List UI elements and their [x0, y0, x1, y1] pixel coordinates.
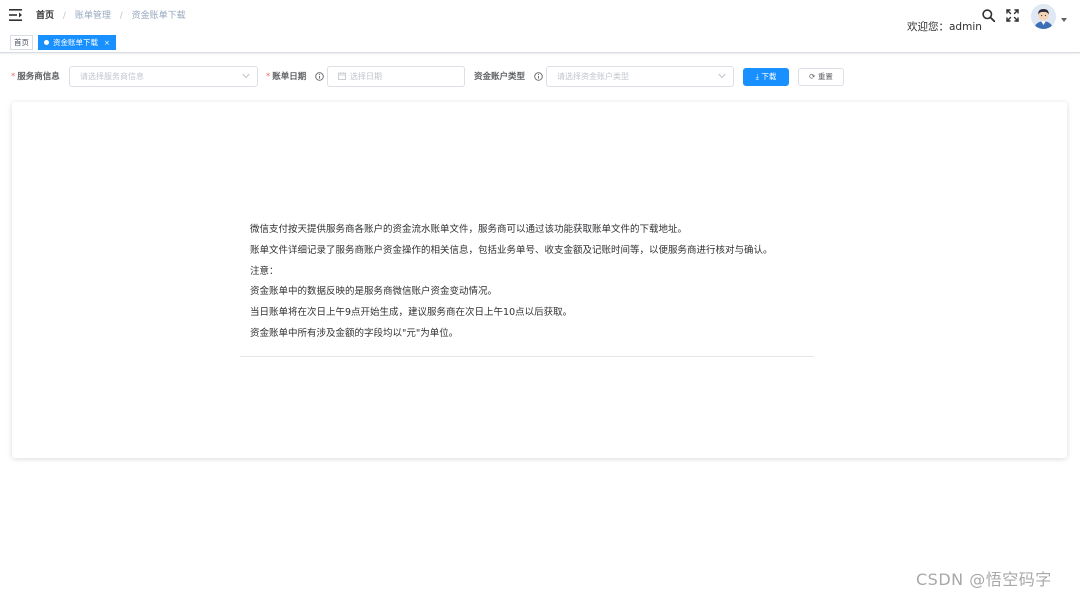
description-line: 账单文件详细记录了服务商账户资金操作的相关信息，包括业务单号、收支金额及记账时间… [250, 244, 773, 256]
tag-fund-bill-download[interactable]: 资金账单下载 × [38, 35, 116, 50]
breadcrumb-item-fund-bill-download: 资金账单下载 [131, 11, 186, 21]
account-type-label: 资金账户类型 [474, 72, 525, 82]
merchant-label-text: 服务商信息 [17, 72, 60, 82]
chevron-down-icon [242, 73, 250, 79]
download-button[interactable]: ⤓ 下载 [743, 68, 789, 86]
required-mark: * [266, 72, 271, 82]
breadcrumb-separator: / [62, 11, 66, 21]
reset-button-label: 重置 [817, 72, 833, 81]
tag-home[interactable]: 首页 [10, 35, 33, 50]
description-line: 注意： [250, 265, 279, 277]
avatar-image [1031, 4, 1056, 29]
merchant-select[interactable]: 请选择服务商信息 [69, 66, 258, 87]
breadcrumb-item-bill-management: 账单管理 [74, 11, 111, 21]
navbar: 首页 / 账单管理 / 资金账单下载 欢迎您：admin [0, 0, 1080, 33]
caret-down-icon[interactable] [1061, 18, 1067, 22]
breadcrumb-item-home[interactable]: 首页 [36, 11, 54, 21]
description-line: 微信支付按天提供服务商各账户的资金流水账单文件，服务商可以通过该功能获取账单文件… [250, 224, 688, 235]
description-line: 资金账单中的数据反映的是服务商微信账户资金变动情况。 [250, 286, 498, 298]
description-text: 微信支付按天提供服务商各账户的资金流水账单文件，服务商可以通过该功能获取账单文件… [250, 220, 820, 345]
breadcrumb-separator: / [119, 11, 123, 21]
required-mark: * [11, 72, 16, 82]
download-icon: ⤓ [755, 72, 759, 81]
calendar-icon [338, 72, 346, 80]
help-icon[interactable] [315, 72, 324, 81]
tag-close-icon[interactable]: × [104, 39, 110, 47]
date-picker-placeholder: 选择日期 [350, 72, 382, 81]
merchant-label: * 服务商信息 [11, 72, 60, 82]
avatar[interactable] [1031, 4, 1056, 29]
tag-active-label: 资金账单下载 [53, 38, 98, 47]
download-button-label: 下载 [761, 72, 777, 81]
tags-view: 首页 资金账单下载 × [0, 33, 1080, 53]
account-type-select-placeholder: 请选择资金账户类型 [557, 72, 629, 81]
merchant-select-placeholder: 请选择服务商信息 [80, 72, 144, 81]
welcome-text: 欢迎您：admin [907, 21, 982, 33]
watermark: CSDN @悟空码字 [916, 570, 1052, 589]
tag-home-label: 首页 [14, 38, 29, 47]
date-picker[interactable]: 选择日期 [327, 66, 465, 87]
help-icon[interactable] [534, 72, 543, 81]
account-type-select[interactable]: 请选择资金账户类型 [546, 66, 734, 87]
description-line: 当日账单将在次日上午9点开始生成，建议服务商在次日上午10点以后获取。 [250, 307, 573, 319]
search-icon[interactable] [982, 9, 995, 22]
active-dot [44, 40, 49, 45]
date-label-text: 账单日期 [272, 72, 307, 82]
description-line: 资金账单中所有涉及金额的字段均以"元"为单位。 [250, 327, 459, 339]
hamburger-icon[interactable] [9, 9, 22, 21]
divider [240, 356, 814, 357]
chevron-down-icon [718, 73, 726, 79]
breadcrumb: 首页 / 账单管理 / 资金账单下载 [36, 10, 186, 22]
reset-button[interactable]: ⟳ 重置 [798, 68, 844, 86]
date-label: * 账单日期 [266, 72, 306, 82]
fullscreen-icon[interactable] [1006, 9, 1019, 22]
refresh-icon: ⟳ [809, 72, 816, 81]
account-type-label-text: 资金账户类型 [474, 72, 526, 82]
